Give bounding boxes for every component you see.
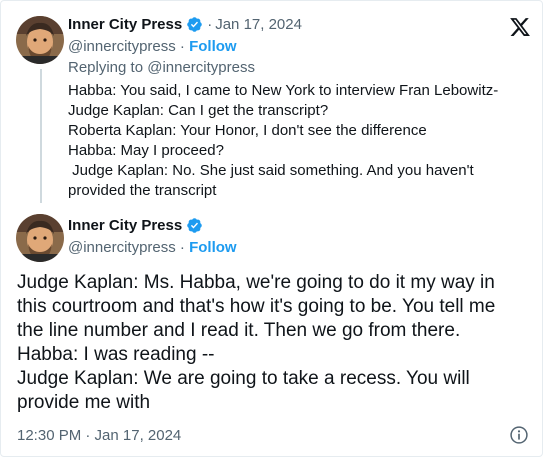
thread-connector-line [40,69,42,203]
date-separator: · [207,16,213,33]
author-name[interactable]: Inner City Press [68,217,182,234]
author-row: Inner City Press [68,217,203,234]
tweet-embed-card: Inner City Press · Jan 17, 2024 @innerci… [0,0,543,457]
handle-row: @innercitypress · Follow [68,38,237,55]
follow-button[interactable]: Follow [189,38,237,55]
replying-to-label[interactable]: Replying to @innercitypress [68,59,255,76]
follow-button[interactable]: Follow [189,239,237,256]
author-handle[interactable]: @innercitypress [68,38,176,55]
verified-badge-icon [186,217,203,234]
info-icon[interactable] [509,425,529,445]
avatar[interactable] [16,214,64,262]
handle-separator: · [175,239,190,256]
reply-tweet-text: Habba: You said, I came to New York to i… [68,82,499,199]
avatar[interactable] [16,16,64,64]
handle-row: @innercitypress · Follow [68,239,237,256]
tweet-date[interactable]: Jan 17, 2024 [215,16,302,33]
verified-badge-icon [186,16,203,33]
main-tweet-text: Judge Kaplan: Ms. Habba, we're going to … [17,272,496,413]
x-logo-icon[interactable] [509,16,531,38]
author-name[interactable]: Inner City Press [68,16,182,33]
author-handle[interactable]: @innercitypress [68,239,176,256]
tweet-timestamp[interactable]: 12:30 PM · Jan 17, 2024 [17,427,181,444]
author-row: Inner City Press · Jan 17, 2024 [68,16,302,33]
handle-separator: · [175,38,190,55]
